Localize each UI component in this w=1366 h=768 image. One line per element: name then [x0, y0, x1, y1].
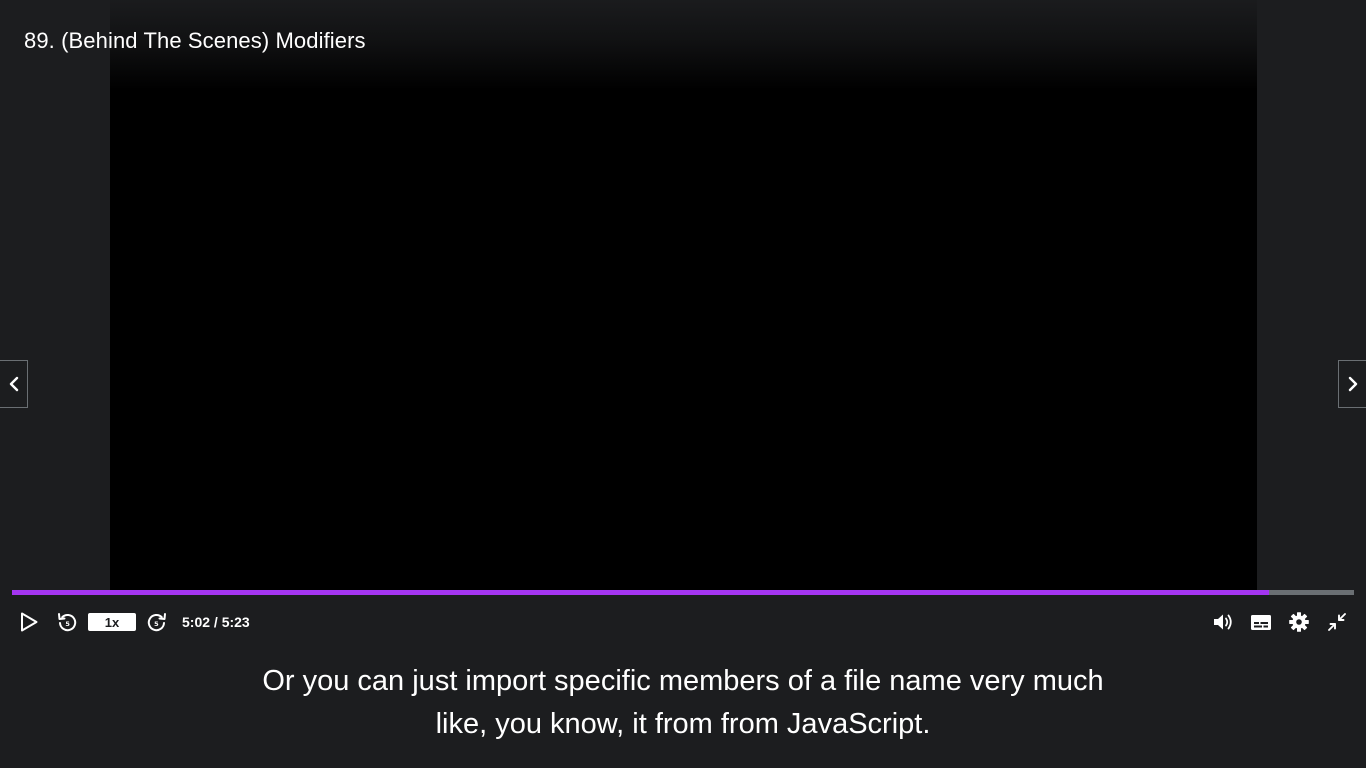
volume-button[interactable]: [1208, 608, 1238, 636]
captions-icon: [1251, 615, 1271, 630]
forward-5-icon: 5: [147, 613, 166, 632]
progress-bar-fill: [12, 590, 1270, 595]
time-display: 5:02 / 5:23: [182, 614, 250, 630]
captions-button[interactable]: [1246, 608, 1276, 636]
video-player: 89. (Behind The Scenes) Modifiers 5 1x 5…: [0, 0, 1366, 645]
play-button[interactable]: [14, 608, 44, 636]
gear-icon: [1289, 612, 1309, 632]
rewind-button[interactable]: 5: [52, 608, 82, 636]
previous-lecture-button[interactable]: [0, 360, 28, 408]
forward-button[interactable]: 5: [142, 608, 172, 636]
exit-fullscreen-icon: [1328, 613, 1346, 631]
next-lecture-button[interactable]: [1338, 360, 1366, 408]
playback-speed-button[interactable]: 1x: [88, 613, 136, 631]
rewind-5-icon: 5: [58, 613, 77, 632]
volume-icon: [1214, 614, 1232, 630]
chevron-left-icon: [9, 376, 18, 392]
play-icon: [21, 612, 38, 632]
svg-text:5: 5: [65, 620, 70, 628]
lecture-title: 89. (Behind The Scenes) Modifiers: [24, 28, 366, 53]
chevron-right-icon: [1348, 376, 1357, 392]
control-bar: 5 1x 5 5:02 / 5:23: [0, 600, 1366, 645]
video-frame[interactable]: [110, 0, 1257, 590]
progress-bar[interactable]: [12, 590, 1354, 595]
settings-button[interactable]: [1284, 608, 1314, 636]
caption-line: like, you know, it from from JavaScript.: [435, 708, 931, 740]
captions-panel: Or you can just import specific members …: [0, 645, 1366, 768]
svg-text:5: 5: [154, 620, 159, 628]
caption-line: Or you can just import specific members …: [262, 665, 1104, 697]
exit-fullscreen-button[interactable]: [1322, 608, 1352, 636]
